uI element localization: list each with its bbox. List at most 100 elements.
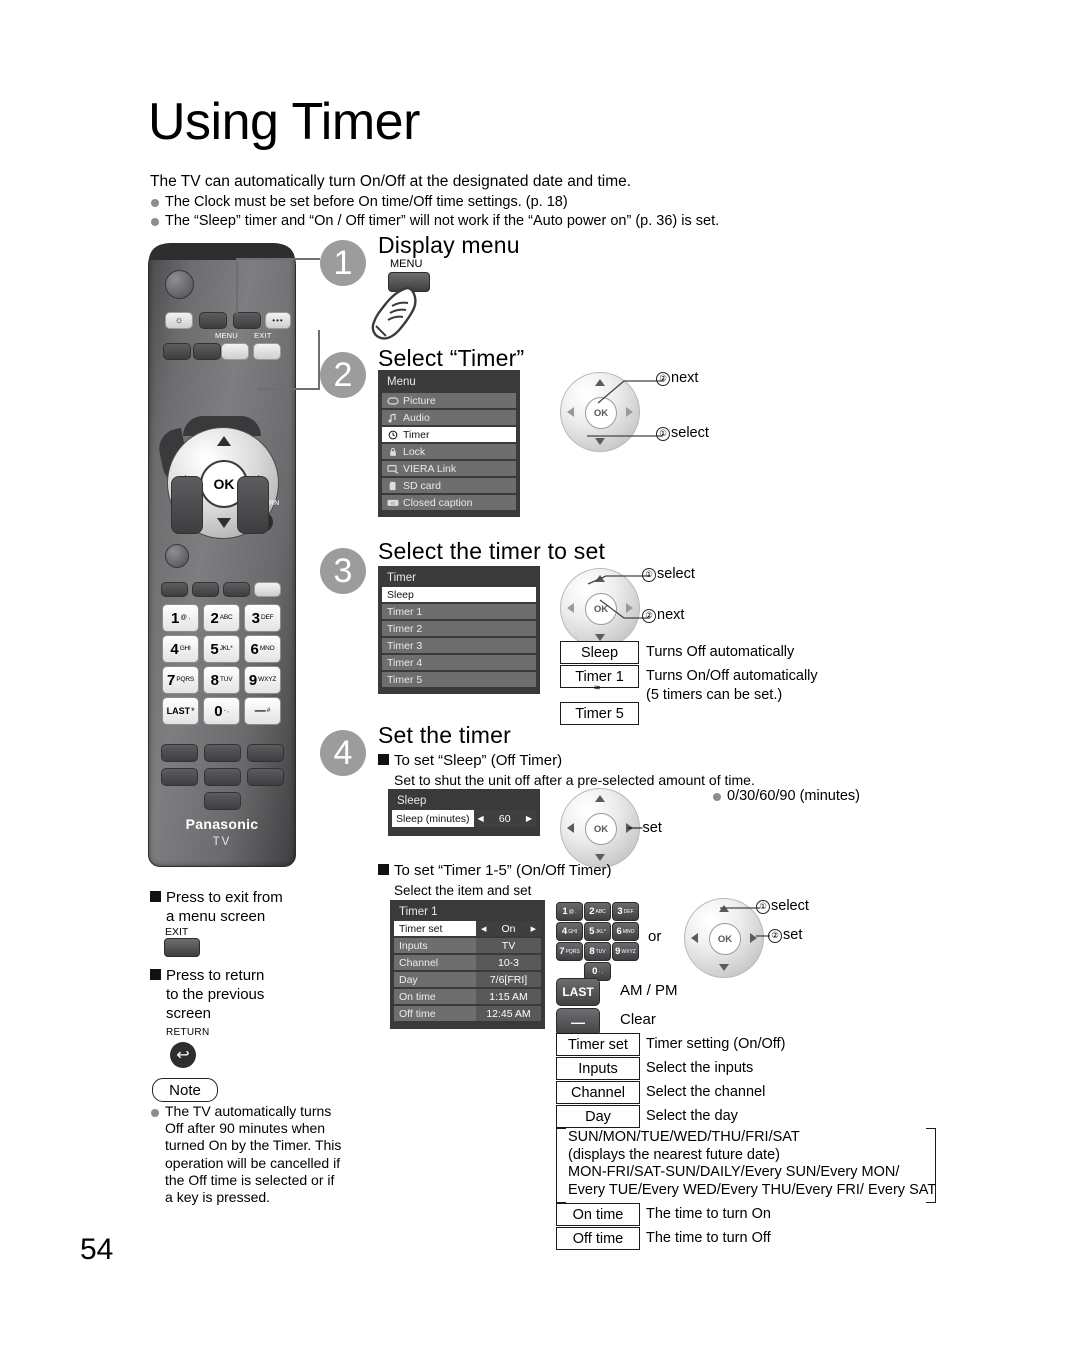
key-last-num: LAST	[166, 705, 191, 716]
timer1-row-timer-set[interactable]: Timer set ◀ On ▶	[394, 921, 541, 936]
timer-set-left-arrow-icon[interactable]: ◀	[481, 925, 486, 933]
key-8[interactable]: 8 TUV	[203, 666, 240, 694]
return-note-line-1: Press to return	[150, 966, 330, 985]
sleep-decrease-arrow-icon[interactable]: ◀	[478, 814, 484, 823]
return-key-caption: RETURN	[166, 1027, 210, 1038]
timer-list-item-4[interactable]: Timer 4	[382, 655, 536, 670]
menu-item-closed-caption[interactable]: cc Closed caption	[382, 495, 516, 510]
exit-note-block: Press to exit from a menu screen	[150, 888, 330, 926]
timer1-row-day[interactable]: Day 7/6[FRI]	[394, 972, 541, 987]
key-5[interactable]: 5 JKL*	[203, 635, 240, 663]
bottom-button-4[interactable]	[161, 768, 198, 786]
key-2[interactable]: 2 ABC	[203, 604, 240, 632]
key-3[interactable]: 3 DEF	[244, 604, 281, 632]
mini-key-8[interactable]: 8 TUV	[584, 942, 611, 961]
key-0[interactable]: 0- ,	[203, 697, 240, 725]
nav-ok-button[interactable]: OK	[585, 813, 617, 845]
menu-button[interactable]	[221, 343, 249, 360]
connector-step1-h	[236, 258, 320, 260]
menu-item-sd-card[interactable]: SD card	[382, 478, 516, 493]
mini-key-7[interactable]: 7 PQRS	[556, 942, 583, 961]
dpad-down-arrow-icon[interactable]	[217, 518, 231, 528]
nav-left-arrow-icon[interactable]	[567, 823, 574, 833]
timer-list-item-1[interactable]: Timer 1	[382, 604, 536, 619]
key-last[interactable]: LAST *	[162, 697, 199, 725]
color-button-2[interactable]	[192, 582, 219, 597]
bottom-button-3[interactable]	[247, 744, 284, 762]
remote-button-menu-top[interactable]	[233, 312, 261, 329]
menu-key-label: MENU	[215, 331, 238, 340]
color-button-1[interactable]	[161, 582, 188, 597]
sleep-osd-panel: Sleep Sleep (minutes) ◀ 60 ▶	[388, 789, 540, 836]
bottom-button-7[interactable]	[204, 792, 241, 810]
mini-key-4[interactable]: 4 GHI	[556, 922, 583, 941]
color-button-3[interactable]	[223, 582, 250, 597]
step4-set-number: ②	[768, 929, 782, 943]
power-button[interactable]	[165, 270, 194, 299]
key-7[interactable]: 7 PQRS	[162, 666, 199, 694]
sleep-minutes-value-cell[interactable]: ◀ 60 ▶	[473, 810, 536, 827]
sleep-minutes-row[interactable]: Sleep (minutes) ◀ 60 ▶	[392, 810, 536, 827]
timer1-row-on-time[interactable]: On time 1:15 AM	[394, 989, 541, 1004]
timer1-row-channel[interactable]: Channel 10-3	[394, 955, 541, 970]
bottom-button-6[interactable]	[247, 768, 284, 786]
nav-ok-button[interactable]: OK	[709, 923, 741, 955]
nav-up-arrow-icon[interactable]	[595, 795, 605, 802]
nav-down-arrow-icon[interactable]	[595, 634, 605, 641]
menu-item-viera-link[interactable]: VIERA Link	[382, 461, 516, 476]
step-4-heading: Set the timer	[378, 722, 511, 748]
key-4[interactable]: 4 GHI	[162, 635, 199, 663]
exit-button[interactable]	[253, 343, 281, 360]
return-key-icon[interactable]: ↩	[170, 1042, 196, 1068]
mini-key-6[interactable]: 6 MNO	[612, 922, 639, 941]
volume-rocker[interactable]	[171, 476, 203, 534]
menu-item-audio[interactable]: Audio	[382, 410, 516, 425]
menu-item-picture[interactable]: Picture	[382, 393, 516, 408]
timer1-row-inputs[interactable]: Inputs TV	[394, 938, 541, 953]
key-6[interactable]: 6 MNO	[244, 635, 281, 663]
mini-key-3[interactable]: 3 DEF	[612, 902, 639, 921]
key-1[interactable]: 1 @ .	[162, 604, 199, 632]
nav-left-arrow-icon[interactable]	[567, 407, 574, 417]
bottom-button-1[interactable]	[161, 744, 198, 762]
nav-left-arrow-icon[interactable]	[691, 933, 698, 943]
bottom-button-5[interactable]	[204, 768, 241, 786]
color-button-4[interactable]	[254, 582, 281, 597]
exit-key-graphic[interactable]	[164, 938, 200, 957]
step4-timer-sub: Select the item and set	[394, 883, 532, 898]
remote-round-button[interactable]	[165, 544, 189, 568]
nav-down-arrow-icon[interactable]	[719, 964, 729, 971]
timer-list-item-3[interactable]: Timer 3	[382, 638, 536, 653]
minus-key-button[interactable]: —	[556, 1008, 600, 1036]
timer-list-item-sleep[interactable]: Sleep	[382, 587, 536, 602]
return-note-block: Press to return to the previous screen	[150, 966, 330, 1023]
bottom-button-2[interactable]	[204, 744, 241, 762]
remote-button-b[interactable]	[163, 343, 191, 360]
timer1-row-off-time[interactable]: Off time 12:45 AM	[394, 1006, 541, 1021]
dpad-up-arrow-icon[interactable]	[217, 436, 231, 446]
timer-list-item-2[interactable]: Timer 2	[382, 621, 536, 636]
mini-key-5[interactable]: 5 JKL*	[584, 922, 611, 941]
timer-set-right-arrow-icon[interactable]: ▶	[531, 925, 536, 933]
nav-left-arrow-icon[interactable]	[567, 603, 574, 613]
timer1-value-timer-set-cell[interactable]: ◀ On ▶	[476, 921, 541, 936]
mini-key-2[interactable]: 2 ABC	[584, 902, 611, 921]
key-9[interactable]: 9 WXYZ	[244, 666, 281, 694]
last-key-button[interactable]: LAST	[556, 978, 600, 1006]
nav-down-arrow-icon[interactable]	[595, 854, 605, 861]
nav-right-arrow-icon[interactable]	[626, 407, 633, 417]
key-dash[interactable]: — #	[244, 697, 281, 725]
sleep-increase-arrow-icon[interactable]: ▶	[526, 814, 532, 823]
timer-list-item-5[interactable]: Timer 5	[382, 672, 536, 687]
mini-key-1[interactable]: 1 @ .	[556, 902, 583, 921]
mini-key-6-sub: MNO	[622, 928, 635, 935]
submenu-button[interactable]: •••	[265, 312, 291, 329]
light-button[interactable]: ☼	[165, 312, 193, 329]
menu-item-timer[interactable]: Timer	[382, 427, 516, 442]
remote-button-c[interactable]	[193, 343, 221, 360]
menu-item-lock[interactable]: Lock	[382, 444, 516, 459]
channel-rocker[interactable]	[237, 476, 269, 534]
step2-select-annotation: ① select	[656, 425, 709, 441]
mini-key-9[interactable]: 9 WXYZ	[612, 942, 639, 961]
remote-button-a[interactable]	[199, 312, 227, 329]
